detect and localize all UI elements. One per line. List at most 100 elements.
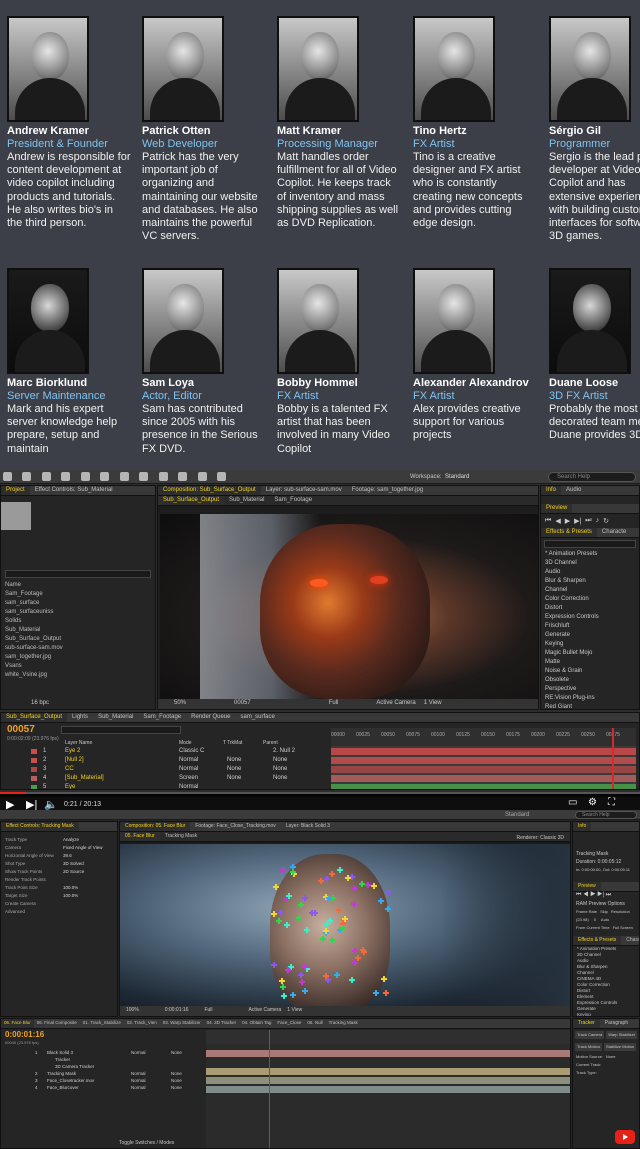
motion-source-select[interactable]: None [606, 1053, 616, 1061]
effects-search-input[interactable] [544, 540, 636, 548]
track-point[interactable] [285, 967, 291, 974]
layer-label-color[interactable] [31, 749, 37, 754]
layer-name[interactable]: Black Solid 3 [47, 1049, 73, 1056]
track-bar-1[interactable] [206, 1050, 570, 1057]
pen-tool-icon[interactable] [119, 472, 129, 481]
timeline2-layer-row[interactable]: 3D Camera Tracker [1, 1063, 206, 1070]
member-role[interactable]: Actor, Editor [142, 390, 270, 403]
track-point[interactable] [279, 984, 286, 991]
effect-control-row[interactable]: Track Type Analyze [1, 836, 117, 844]
layer-name[interactable]: [Null 2] [65, 756, 84, 765]
column-header[interactable]: Parent [263, 739, 278, 747]
effect-control-value[interactable]: 100.0% [63, 884, 78, 892]
effects-category[interactable]: Channel [541, 586, 639, 595]
viewer-subtab[interactable]: Sub_Material [224, 496, 269, 505]
tracking-viewer-image[interactable] [120, 844, 570, 1006]
member-role[interactable]: Server Maintenance [7, 390, 135, 403]
layer-mode[interactable]: Normal [179, 765, 198, 774]
project-search-input[interactable] [5, 570, 151, 578]
track-point[interactable] [308, 910, 315, 917]
timeline2-tab[interactable]: 03. Warp Stabilizer [160, 1019, 204, 1028]
effects-category[interactable]: * Animation Presets [541, 550, 639, 559]
warp-stabilizer-button[interactable]: Warp Stabilizer [606, 1031, 638, 1039]
track-point[interactable] [381, 975, 388, 982]
effects-category[interactable]: Audio [541, 568, 639, 577]
timeline2-tab[interactable]: 05. Face Blur [1, 1019, 34, 1028]
layer-parent[interactable]: None [273, 774, 287, 783]
track-point[interactable] [335, 906, 342, 913]
renderer-label[interactable]: Renderer: Classic 3D [516, 834, 564, 842]
track-point[interactable] [295, 915, 302, 922]
effects-category[interactable]: Perspective [541, 685, 639, 694]
layer-label-color[interactable] [31, 767, 37, 772]
project-item[interactable]: sam_together.jpg [1, 653, 155, 662]
full-screen-checkbox[interactable]: Full Screen [613, 924, 633, 932]
layer-trkmat[interactable]: None [227, 756, 241, 765]
column-header[interactable]: Layer Name [65, 739, 92, 747]
eraser-tool-icon[interactable] [197, 472, 207, 481]
track-point[interactable] [324, 977, 331, 984]
layer-trkmat[interactable]: None [227, 774, 241, 783]
project-item[interactable]: Sub_Surface_Output [1, 635, 155, 644]
tab-preview-2[interactable]: Preview [573, 882, 601, 891]
track-point[interactable] [373, 989, 379, 996]
layer-name[interactable]: Tracker [55, 1056, 70, 1063]
tab-footage[interactable]: Footage: sam_together.jpg [347, 486, 428, 495]
timeline2-layer-row[interactable]: 4 Face_Blurcover Normal None [1, 1084, 206, 1091]
viewer-zoom[interactable]: 50% [174, 699, 186, 709]
camera-tool-icon[interactable] [80, 472, 90, 481]
composition-viewer-image[interactable] [160, 514, 538, 699]
tab-character[interactable]: Characte [597, 528, 631, 537]
project-column-name[interactable]: Name [1, 581, 155, 590]
viewer2-resolution[interactable]: Full [204, 1006, 212, 1016]
toggle-switches-modes[interactable]: Toggle Switches / Modes [119, 1139, 174, 1147]
search-help-input-2[interactable]: Search Help [575, 811, 637, 819]
viewer2-subtab[interactable]: Tracking Mask [160, 832, 202, 841]
zoom-tool-icon[interactable] [41, 472, 51, 481]
frame-rate-value[interactable]: (23.98) [576, 916, 589, 924]
layer-trkmat[interactable]: None [227, 765, 241, 774]
timeline2-tab[interactable]: 06. Final Composite [34, 1019, 80, 1028]
viewer2-zoom[interactable]: 100% [126, 1006, 139, 1016]
layer-label-color[interactable] [31, 776, 37, 781]
timeline-tab[interactable]: Lights [67, 713, 93, 722]
effect-control-row[interactable]: Render Track Points [1, 876, 117, 884]
track-point[interactable] [371, 882, 378, 889]
timeline2-tab[interactable]: Face_Close [274, 1019, 304, 1028]
member-role[interactable]: Programmer [549, 138, 640, 151]
column-header[interactable]: TrkMat [227, 739, 242, 747]
track-point[interactable] [270, 910, 277, 917]
timeline2-tab[interactable]: Tracking Mask [326, 1019, 361, 1028]
settings-gear-icon[interactable]: ⚙ [588, 797, 597, 808]
puppet-tool-icon[interactable] [216, 472, 226, 481]
track-point[interactable] [354, 954, 361, 961]
layer-name[interactable]: CC [65, 765, 74, 774]
effects-category[interactable]: Distort [541, 604, 639, 613]
stabilize-motion-button[interactable]: Stabilize Motion [603, 1043, 637, 1051]
layer-name[interactable]: Face_Blurcover [47, 1084, 79, 1091]
project-item[interactable]: sam_surface [1, 599, 155, 608]
prev-frame-icon[interactable]: ◀ [555, 517, 560, 525]
tab-project[interactable]: Project [1, 486, 30, 495]
layer-name[interactable]: Eye [65, 783, 75, 789]
timeline-ruler[interactable]: 00000 00025 00050 00075 00100 00125 00150 00175… [331, 728, 636, 746]
track-point[interactable] [277, 910, 284, 917]
timeline2-tab[interactable]: 06. Null [304, 1019, 325, 1028]
effect-control-value[interactable]: 100.0% [63, 892, 78, 900]
viewer-camera[interactable]: Active Camera [376, 699, 415, 709]
from-current-checkbox[interactable]: From Current Time [576, 924, 610, 932]
layer-parent[interactable]: None [171, 1070, 182, 1077]
effects-category[interactable]: RE:Vision Plug-ins [541, 694, 639, 703]
timeline-layer-row[interactable]: 4 [Sub_Material] Screen None None [1, 774, 331, 783]
member-role[interactable]: Processing Manager [277, 138, 405, 151]
project-item[interactable]: white_Vsine.jpg [1, 671, 155, 680]
timeline-layer-row[interactable]: 2 [Null 2] Normal None None [1, 756, 331, 765]
rotate-tool-icon[interactable] [61, 472, 71, 481]
project-item[interactable]: Sub_Material [1, 626, 155, 635]
layer-mode[interactable]: Normal [179, 783, 198, 789]
track-point[interactable] [289, 864, 296, 871]
effects-category[interactable]: Matte [541, 658, 639, 667]
track-point[interactable] [298, 978, 305, 985]
track-point[interactable] [303, 927, 310, 934]
project-item[interactable]: Vsans [1, 662, 155, 671]
